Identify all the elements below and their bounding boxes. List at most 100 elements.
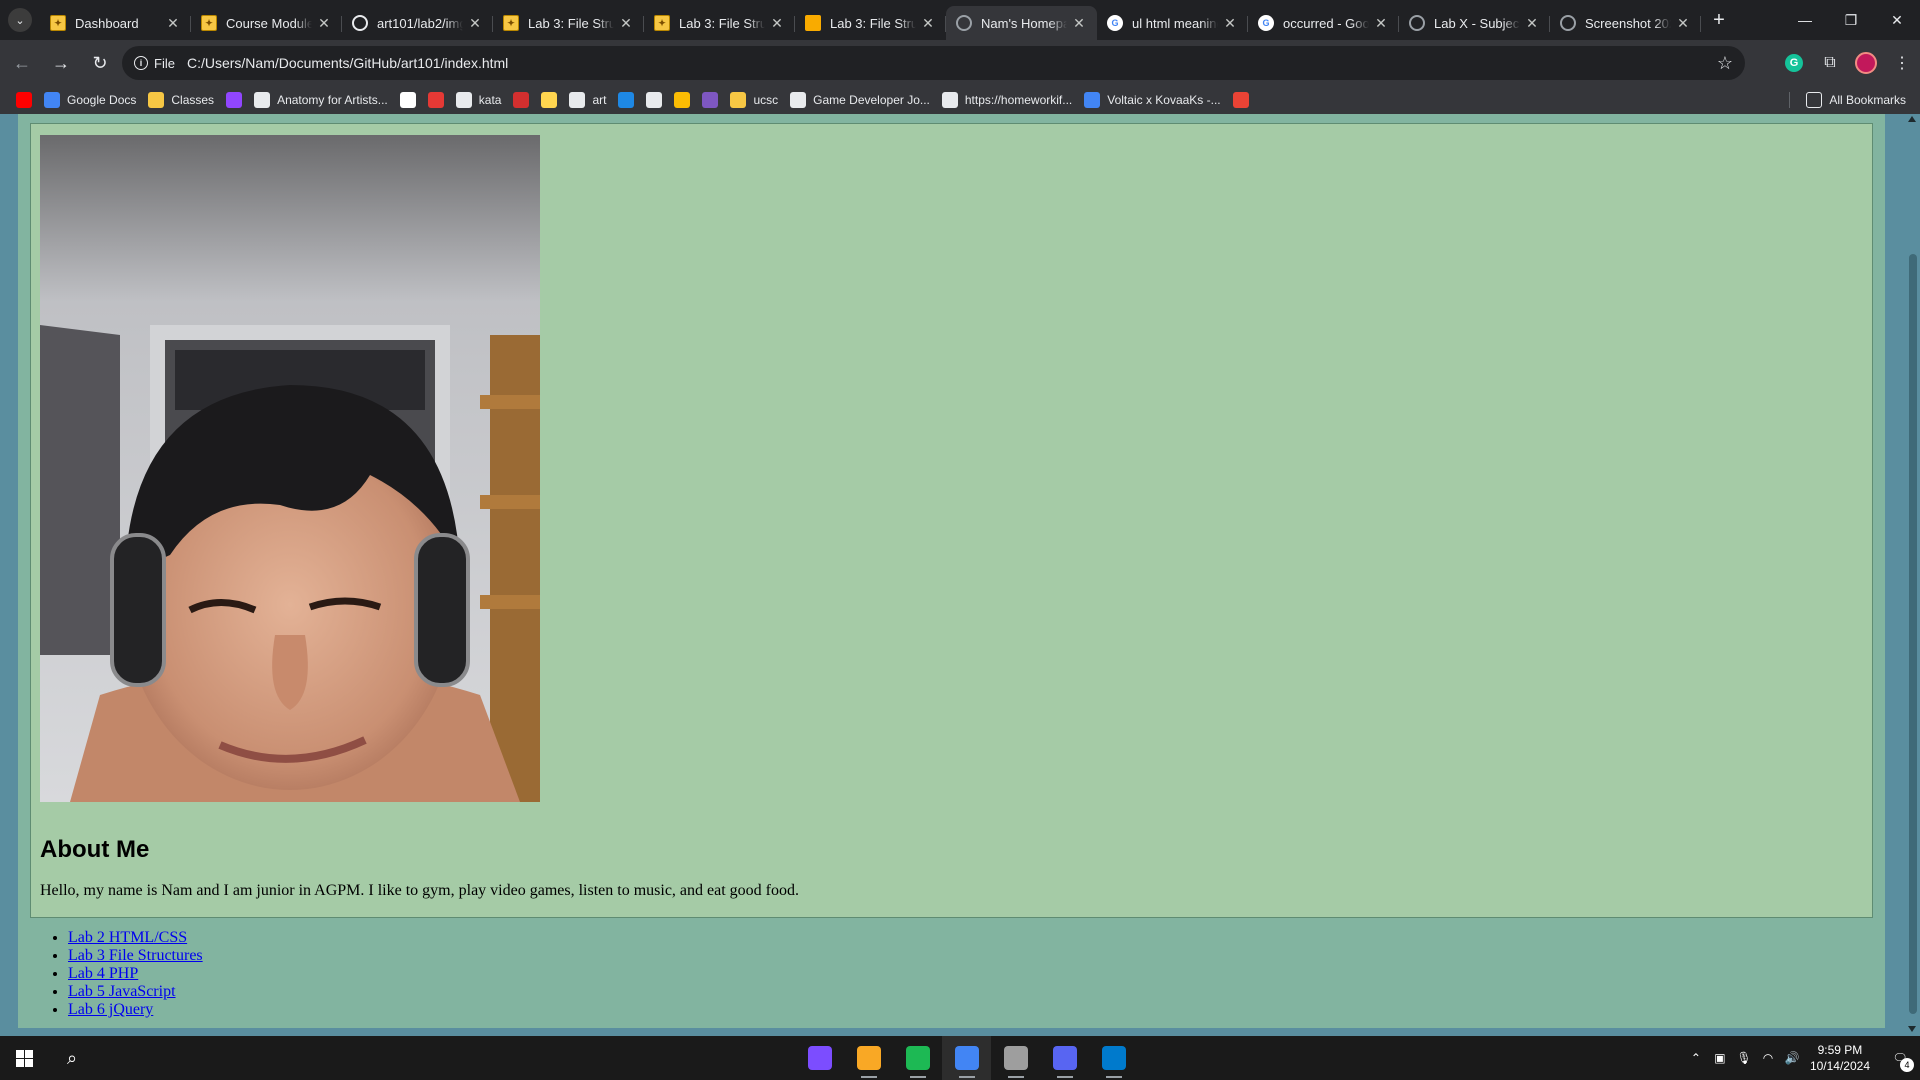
chevron-up-icon[interactable]: ⌃ bbox=[1684, 1051, 1708, 1065]
close-icon[interactable]: ✕ bbox=[316, 15, 332, 32]
bookmark-item[interactable]: kata bbox=[450, 88, 508, 112]
scroll-up-icon[interactable] bbox=[1908, 116, 1916, 122]
close-icon[interactable]: ✕ bbox=[1222, 15, 1238, 32]
close-icon[interactable]: ✕ bbox=[618, 15, 634, 32]
tab-lab-x-subject[interactable]: Lab X - Subject ✕ bbox=[1399, 6, 1550, 40]
bookmark-item[interactable] bbox=[640, 88, 668, 112]
lab3-link[interactable]: Lab 3 File Structures bbox=[68, 947, 203, 964]
close-icon[interactable]: ✕ bbox=[467, 15, 483, 32]
bookmark-item[interactable] bbox=[612, 88, 640, 112]
all-bookmarks-button[interactable]: All Bookmarks bbox=[1800, 88, 1912, 112]
tab-lab3-c[interactable]: Lab 3: File Structures ✕ bbox=[795, 6, 946, 40]
bookmark-item[interactable]: art bbox=[563, 88, 612, 112]
canvas-icon: ✦ bbox=[50, 15, 66, 31]
bookmark-item[interactable]: Game Developer Jo... bbox=[784, 88, 936, 112]
reload-icon[interactable]: ↻ bbox=[83, 46, 117, 80]
close-icon[interactable]: ✕ bbox=[1373, 15, 1389, 32]
minimize-icon[interactable]: — bbox=[1782, 0, 1828, 40]
bookmarks-separator bbox=[1789, 92, 1790, 108]
taskbar-app[interactable] bbox=[844, 1036, 893, 1080]
scroll-down-icon[interactable] bbox=[1908, 1026, 1916, 1032]
windows-logo-icon bbox=[15, 1049, 33, 1067]
about-card: About Me Hello, my name is Nam and I am … bbox=[30, 123, 1873, 918]
extensions-puzzle-icon[interactable]: ⧉ bbox=[1812, 45, 1848, 81]
close-icon[interactable]: ✕ bbox=[1524, 15, 1540, 32]
notification-center-button[interactable]: 🗨 4 bbox=[1880, 1036, 1920, 1080]
tab-nams-homepage[interactable]: Nam's Homepage ✕ bbox=[946, 6, 1097, 40]
bookmark-item[interactable] bbox=[1227, 88, 1255, 112]
back-arrow-icon[interactable]: ← bbox=[5, 46, 39, 80]
tab-occurred-google[interactable]: G occurred - Google ✕ bbox=[1248, 6, 1399, 40]
clock[interactable]: 9:59 PM 10/14/2024 bbox=[1810, 1042, 1870, 1074]
lab5-link[interactable]: Lab 5 JavaScript bbox=[68, 983, 176, 1000]
close-icon[interactable]: ✕ bbox=[165, 15, 181, 32]
address-bar[interactable]: i File C:/Users/Nam/Documents/GitHub/art… bbox=[122, 46, 1745, 80]
taskbar-app[interactable] bbox=[942, 1036, 991, 1080]
bookmark-item[interactable] bbox=[696, 88, 724, 112]
kebab-menu-icon[interactable]: ⋮ bbox=[1884, 45, 1920, 81]
grammarly-extension-icon[interactable]: G bbox=[1785, 54, 1803, 72]
lab6-link[interactable]: Lab 6 jQuery bbox=[68, 1001, 153, 1018]
clock-date: 10/14/2024 bbox=[1809, 1059, 1870, 1073]
speaker-icon[interactable]: 🔊 bbox=[1780, 1051, 1804, 1065]
tab-screenshot[interactable]: Screenshot 2024 ✕ bbox=[1550, 6, 1701, 40]
lab2-link[interactable]: Lab 2 HTML/CSS bbox=[68, 929, 187, 946]
bookmark-item[interactable]: https://homeworkif... bbox=[936, 88, 1078, 112]
scroll-thumb[interactable] bbox=[1909, 254, 1917, 1014]
taskbar-app[interactable] bbox=[795, 1036, 844, 1080]
bookmark-item[interactable]: Voltaic x KovaaKs -... bbox=[1078, 88, 1226, 112]
url-text[interactable]: C:/Users/Nam/Documents/GitHub/art101/ind… bbox=[187, 55, 508, 71]
bookmark-item[interactable] bbox=[220, 88, 248, 112]
close-icon[interactable]: ✕ bbox=[1071, 15, 1087, 32]
close-icon[interactable]: ✕ bbox=[1675, 15, 1691, 32]
taskbar-app[interactable] bbox=[1089, 1036, 1138, 1080]
site-info-label: File bbox=[154, 55, 175, 71]
github-icon bbox=[352, 15, 368, 31]
bookmark-item[interactable]: Classes bbox=[142, 88, 220, 112]
tab-course-modules[interactable]: ✦ Course Modules ✕ bbox=[191, 6, 342, 40]
close-window-icon[interactable]: ✕ bbox=[1874, 0, 1920, 40]
profile-avatar[interactable] bbox=[1855, 52, 1877, 74]
tab-title: Course Modules bbox=[226, 15, 312, 31]
search-icon[interactable]: ⌕ bbox=[48, 1036, 96, 1080]
bookmark-star-icon[interactable]: ☆ bbox=[1717, 53, 1733, 74]
steam-icon bbox=[646, 92, 663, 108]
close-icon[interactable]: ✕ bbox=[920, 15, 936, 32]
vscode-icon bbox=[1101, 1046, 1126, 1070]
bookmark-item[interactable] bbox=[507, 88, 535, 112]
canvas-icon bbox=[148, 92, 165, 108]
bookmark-item[interactable] bbox=[422, 88, 450, 112]
lab4-link[interactable]: Lab 4 PHP bbox=[68, 965, 138, 982]
tab-title: ul html meaning bbox=[1132, 15, 1218, 31]
start-button[interactable] bbox=[0, 1036, 48, 1080]
tab-dashboard[interactable]: ✦ Dashboard ✕ bbox=[40, 6, 191, 40]
bookmark-item[interactable] bbox=[10, 88, 38, 112]
bookmark-item[interactable] bbox=[394, 88, 422, 112]
page-scrollbar[interactable] bbox=[1905, 114, 1920, 1036]
clock-time: 9:59 PM bbox=[1817, 1043, 1863, 1057]
taskbar-app[interactable] bbox=[991, 1036, 1040, 1080]
bookmark-item[interactable] bbox=[668, 88, 696, 112]
meet-now-icon[interactable]: ▣ bbox=[1708, 1051, 1732, 1065]
taskbar-app[interactable] bbox=[1040, 1036, 1089, 1080]
bookmark-item[interactable]: Google Docs bbox=[38, 88, 142, 112]
bookmark-red-icon bbox=[427, 92, 444, 108]
tab-lab3-b[interactable]: ✦ Lab 3: File Structures ✕ bbox=[644, 6, 795, 40]
close-icon[interactable]: ✕ bbox=[769, 15, 785, 32]
bookmarks-bar: Google Docs Classes Anatomy for Artists...… bbox=[0, 86, 1920, 114]
taskbar-app[interactable] bbox=[893, 1036, 942, 1080]
wifi-icon[interactable]: ◠ bbox=[1756, 1051, 1780, 1065]
tab-github[interactable]: art101/lab2/img ✕ bbox=[342, 6, 493, 40]
bookmark-item[interactable]: ucsc bbox=[724, 88, 784, 112]
bookmark-item[interactable] bbox=[535, 88, 563, 112]
tab-lab3-a[interactable]: ✦ Lab 3: File Structures ✕ bbox=[493, 6, 644, 40]
new-tab-button[interactable]: + bbox=[1701, 9, 1737, 32]
tab-ul-html-meaning[interactable]: G ul html meaning ✕ bbox=[1097, 6, 1248, 40]
restore-icon[interactable]: ❐ bbox=[1828, 0, 1874, 40]
tab-search-button[interactable]: ⌄ bbox=[0, 0, 40, 40]
forward-arrow-icon[interactable]: → bbox=[44, 46, 78, 80]
bookmark-item[interactable]: Anatomy for Artists... bbox=[248, 88, 394, 112]
bookmark-label: Google Docs bbox=[67, 93, 137, 107]
site-info-chip[interactable]: i File bbox=[126, 50, 183, 76]
microphone-icon[interactable]: 🎙 bbox=[1732, 1051, 1756, 1065]
